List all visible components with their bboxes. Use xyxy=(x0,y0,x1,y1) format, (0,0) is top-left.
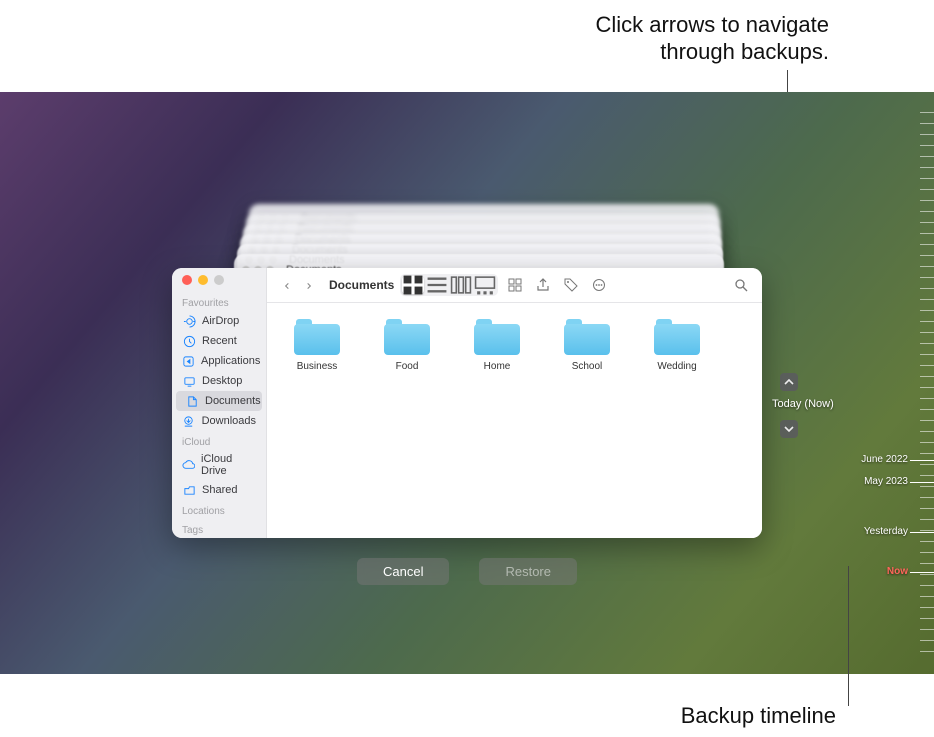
close-icon[interactable] xyxy=(182,275,192,285)
sidebar-icon xyxy=(182,458,195,472)
sidebar-item-documents[interactable]: Documents xyxy=(176,391,262,411)
callout-line xyxy=(848,566,849,706)
sidebar-item-label: Applications xyxy=(201,355,260,367)
cancel-button[interactable]: Cancel xyxy=(357,558,449,585)
zoom-icon[interactable] xyxy=(214,275,224,285)
sidebar-item-label: Recent xyxy=(202,335,237,347)
finder-main: Documents Business Food Home School Wedding xyxy=(267,268,762,538)
sidebar-item-shared[interactable]: Shared xyxy=(172,480,266,500)
sidebar-icon xyxy=(182,354,195,368)
sidebar-icon xyxy=(182,334,196,348)
sidebar-header: Tags xyxy=(172,519,266,538)
folder-icon xyxy=(654,319,700,355)
folder-name: Business xyxy=(297,361,338,372)
search-icon[interactable] xyxy=(730,274,752,296)
timeline-label[interactable]: May 2023 xyxy=(864,476,908,487)
window-controls xyxy=(172,275,266,292)
folder-name: School xyxy=(572,361,603,372)
sidebar-item-icloud-drive[interactable]: iCloud Drive xyxy=(172,450,266,480)
back-button[interactable] xyxy=(277,275,297,295)
sidebar-item-label: iCloud Drive xyxy=(201,453,256,477)
gallery-view-button[interactable] xyxy=(474,276,496,294)
sidebar-header: Locations xyxy=(172,500,266,519)
action-icon[interactable] xyxy=(588,274,610,296)
sidebar-header: Favourites xyxy=(172,292,266,311)
sidebar-item-label: Shared xyxy=(202,484,237,496)
folder-grid: Business Food Home School Wedding xyxy=(267,303,762,538)
window-title: Documents xyxy=(329,278,394,292)
sidebar: Favourites AirDrop Recent Applications Desk… xyxy=(172,268,267,538)
sidebar-icon xyxy=(182,414,196,428)
callout-timeline: Backup timeline xyxy=(681,703,836,729)
folder-name: Wedding xyxy=(657,361,696,372)
time-machine-screen: Documents Documents Documents Documents … xyxy=(0,92,934,674)
timeline-label[interactable]: June 2022 xyxy=(861,454,908,465)
finder-window: Favourites AirDrop Recent Applications Desk… xyxy=(172,268,762,538)
share-icon[interactable] xyxy=(532,274,554,296)
nav-up-button[interactable] xyxy=(780,373,798,391)
folder-item[interactable]: Business xyxy=(287,319,347,372)
list-view-button[interactable] xyxy=(426,276,448,294)
minimize-icon[interactable] xyxy=(198,275,208,285)
sidebar-item-desktop[interactable]: Desktop xyxy=(172,371,266,391)
icon-view-button[interactable] xyxy=(402,276,424,294)
tag-icon[interactable] xyxy=(560,274,582,296)
folder-name: Food xyxy=(396,361,419,372)
folder-item[interactable]: Home xyxy=(467,319,527,372)
folder-item[interactable]: Wedding xyxy=(647,319,707,372)
sidebar-item-downloads[interactable]: Downloads xyxy=(172,411,266,431)
folder-name: Home xyxy=(484,361,511,372)
current-backup-label: Today (Now) xyxy=(772,398,834,410)
sidebar-item-label: Documents xyxy=(205,395,261,407)
toolbar: Documents xyxy=(267,268,762,303)
folder-icon xyxy=(294,319,340,355)
folder-icon xyxy=(474,319,520,355)
sidebar-icon xyxy=(182,483,196,497)
timeline-label[interactable]: Now xyxy=(887,566,908,577)
group-by-icon[interactable] xyxy=(504,274,526,296)
column-view-button[interactable] xyxy=(450,276,472,294)
restore-button[interactable]: Restore xyxy=(479,558,577,585)
callout-arrows: Click arrows to navigatethrough backups. xyxy=(595,12,829,66)
sidebar-item-airdrop[interactable]: AirDrop xyxy=(172,311,266,331)
folder-item[interactable]: Food xyxy=(377,319,437,372)
backup-timeline[interactable]: June 2022 May 2023 Yesterday Now xyxy=(864,112,934,674)
sidebar-icon xyxy=(186,394,199,408)
folder-item[interactable]: School xyxy=(557,319,617,372)
sidebar-item-label: Downloads xyxy=(202,415,256,427)
timeline-label[interactable]: Yesterday xyxy=(864,526,908,537)
sidebar-item-applications[interactable]: Applications xyxy=(172,351,266,371)
sidebar-icon xyxy=(182,314,196,328)
folder-icon xyxy=(564,319,610,355)
sidebar-header: iCloud xyxy=(172,431,266,450)
sidebar-icon xyxy=(182,374,196,388)
forward-button[interactable] xyxy=(299,275,319,295)
sidebar-item-label: Desktop xyxy=(202,375,242,387)
sidebar-item-label: AirDrop xyxy=(202,315,239,327)
folder-icon xyxy=(384,319,430,355)
nav-down-button[interactable] xyxy=(780,420,798,438)
sidebar-item-recent[interactable]: Recent xyxy=(172,331,266,351)
view-mode-group xyxy=(400,274,498,296)
